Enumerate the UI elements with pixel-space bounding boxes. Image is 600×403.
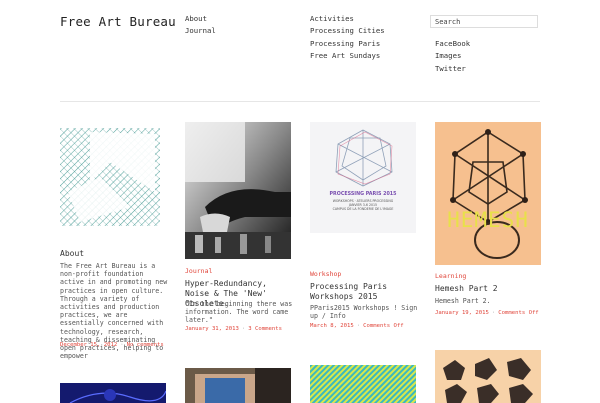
meta-separator: · bbox=[356, 323, 361, 329]
post-category-link[interactable]: Journal bbox=[185, 267, 212, 275]
poster-venue: CAMPUS DE LA FONDERIE DE L'IMAGE bbox=[332, 207, 394, 211]
site-title[interactable]: Free Art Bureau bbox=[60, 14, 176, 29]
post-category-link[interactable]: Workshop bbox=[310, 270, 341, 278]
post-thumbnail[interactable] bbox=[60, 122, 166, 232]
search-input[interactable] bbox=[430, 15, 538, 28]
post-date[interactable]: January 19, 2015 bbox=[435, 310, 489, 316]
nav-activities[interactable]: Activities bbox=[310, 13, 385, 25]
post-date[interactable]: March 8, 2015 bbox=[310, 323, 354, 329]
social-twitter-link[interactable]: Twitter bbox=[435, 63, 470, 75]
post-thumbnail[interactable] bbox=[435, 350, 541, 403]
header-divider bbox=[60, 101, 540, 102]
post-thumbnail[interactable] bbox=[185, 368, 291, 403]
post-excerpt: PParis2015 Workshops ! Sign up / Info bbox=[310, 304, 418, 321]
post-title[interactable]: Hemesh Part 2 bbox=[435, 284, 543, 294]
post-comments-link[interactable]: Comments Off bbox=[363, 323, 403, 329]
activities-nav: Activities Processing Cities Processing … bbox=[310, 13, 385, 62]
social-images-link[interactable]: Images bbox=[435, 50, 470, 62]
meta-separator: · bbox=[491, 310, 496, 316]
post-thumbnail[interactable]: HEMESH bbox=[435, 122, 541, 265]
post-thumbnail[interactable] bbox=[310, 365, 416, 403]
post-title[interactable]: About bbox=[60, 249, 168, 259]
post-comments-link[interactable]: Comments Off bbox=[498, 310, 538, 316]
nav-about[interactable]: About bbox=[185, 13, 216, 25]
social-facebook-link[interactable]: FaceBook bbox=[435, 38, 470, 50]
meta-separator: · bbox=[120, 342, 124, 348]
post-thumbnail[interactable]: PROCESSING PARIS 2015 WORKSHOPS · ATELIE… bbox=[310, 122, 416, 233]
post-comments-link[interactable]: 3 Comments bbox=[248, 326, 282, 332]
post-thumbnail[interactable] bbox=[60, 383, 166, 403]
post-date[interactable]: December 15, 2012 bbox=[60, 342, 117, 348]
hemesh-image-text: HEMESH bbox=[447, 208, 529, 232]
post-excerpt: "In the beginning there was information.… bbox=[185, 300, 293, 325]
post-title[interactable]: Processing Paris Workshops 2015 bbox=[310, 282, 418, 302]
nav-free-art-sundays[interactable]: Free Art Sundays bbox=[310, 50, 385, 62]
post-category-link[interactable]: Learning bbox=[435, 272, 466, 280]
nav-processing-paris[interactable]: Processing Paris bbox=[310, 38, 385, 50]
social-links: FaceBook Images Twitter bbox=[435, 38, 470, 75]
post-excerpt: Hemesh Part 2. bbox=[435, 297, 491, 305]
nav-processing-cities[interactable]: Processing Cities bbox=[310, 25, 385, 37]
post-comments-link[interactable]: No comments bbox=[127, 342, 164, 348]
post-date[interactable]: January 31, 2013 bbox=[185, 326, 239, 332]
poster-headline: PROCESSING PARIS 2015 bbox=[329, 192, 397, 197]
nav-journal[interactable]: Journal bbox=[185, 25, 216, 37]
post-thumbnail[interactable] bbox=[185, 122, 291, 259]
meta-separator: · bbox=[241, 326, 246, 332]
primary-nav: About Journal bbox=[185, 13, 216, 38]
